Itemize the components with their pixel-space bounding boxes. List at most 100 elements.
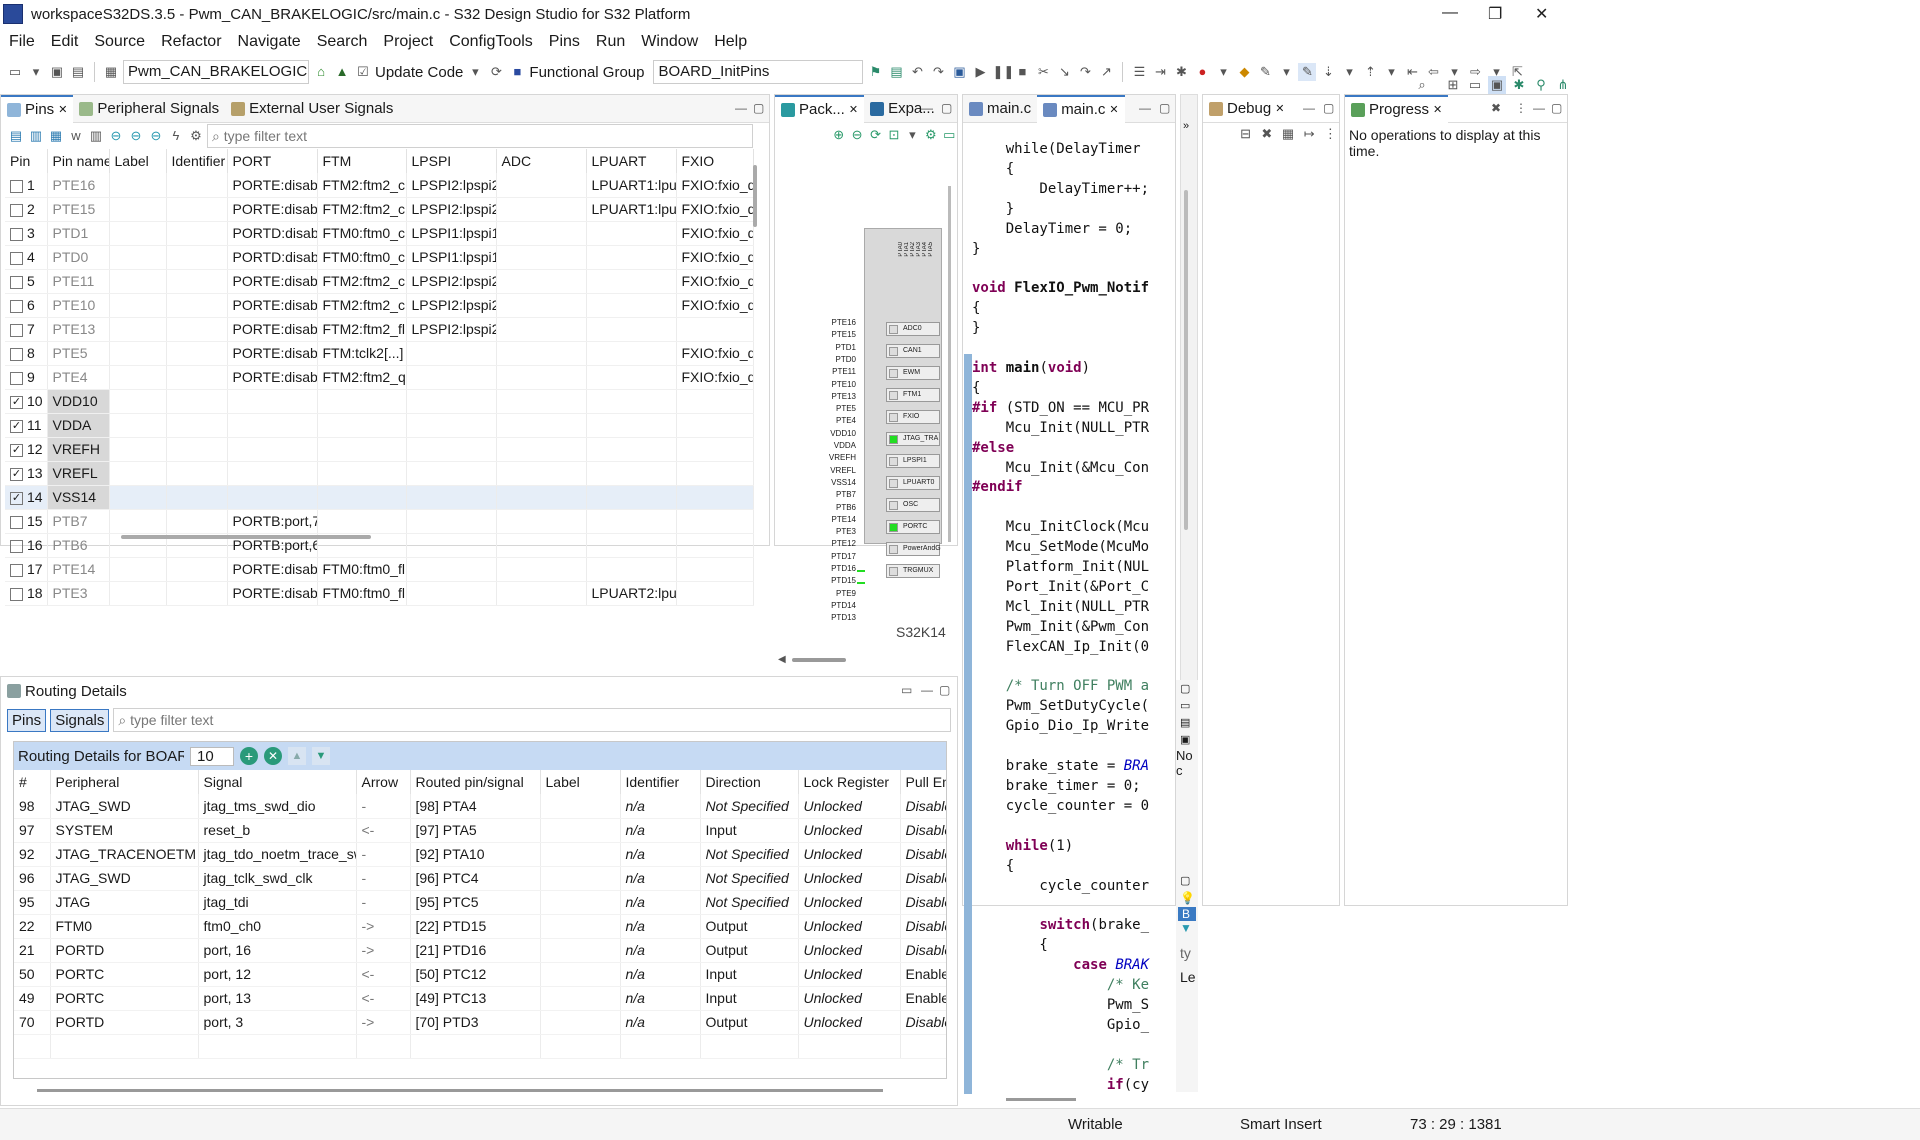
pin-signal-fxio[interactable]: FXIO:fxio_d5	[676, 269, 754, 294]
pin-checkbox[interactable]: ✓	[10, 467, 23, 481]
save-all-icon[interactable]: ▤	[69, 63, 87, 81]
routing-cell[interactable]: Disabled	[900, 866, 946, 891]
layout-icon[interactable]: ▦	[1279, 125, 1296, 143]
routing-cell[interactable]: n/a	[620, 818, 701, 843]
pin-signal-ftm[interactable]: FTM2:ftm2_c...	[317, 293, 407, 318]
close-icon[interactable]: ✕	[58, 103, 67, 116]
tab-peripheral-signals[interactable]: Peripheral Signals	[73, 95, 225, 123]
pin-checkbox[interactable]	[10, 227, 23, 241]
pin-signal-lpspi[interactable]	[406, 557, 497, 582]
routing-row[interactable]: 97 SYSTEM reset_b <- [97] PTA5 n/a Input Unlock…	[14, 818, 946, 843]
close-icon[interactable]: ✕	[1275, 102, 1284, 115]
maximize-icon[interactable]: ▢	[1551, 101, 1562, 115]
debug-icon[interactable]: ✱	[1172, 63, 1190, 81]
bold-icon[interactable]: B	[1178, 907, 1196, 921]
pin-signal-adc[interactable]	[496, 557, 587, 582]
pin-label[interactable]	[109, 461, 167, 486]
package-left-pin[interactable]: PTD16	[820, 564, 856, 573]
debug-perspective-icon[interactable]: ✱	[1510, 76, 1528, 94]
column-header[interactable]: LPSPI	[406, 149, 497, 173]
routing-cell[interactable]: Unlocked	[798, 914, 901, 939]
pin-identifier[interactable]	[166, 317, 228, 342]
pin-row[interactable]: ✓ 12 VREFH	[5, 437, 754, 462]
package-left-pin[interactable]: PTE9	[820, 589, 856, 598]
minimize-icon[interactable]: —	[1533, 101, 1545, 115]
package-left-pin[interactable]: PTB6	[820, 503, 856, 512]
routing-cell[interactable]: [22] PTD15	[410, 914, 541, 939]
routing-row[interactable]: 50 PORTC port, 12 <- [50] PTC12 n/a Input Unloc…	[14, 962, 946, 987]
pin-signal-ftm[interactable]: FTM2:ftm2_c...	[317, 269, 407, 294]
pin-signal-lpuart[interactable]	[586, 413, 677, 438]
routing-cell[interactable]: Output	[700, 1010, 799, 1035]
horizontal-scrollbar[interactable]	[121, 535, 371, 539]
pin-signal-adc[interactable]	[496, 581, 587, 606]
pin-number-cell[interactable]: 16	[5, 533, 48, 558]
package-left-pin[interactable]: PTD0	[820, 355, 856, 364]
routing-cell[interactable]: Output	[700, 938, 799, 963]
package-left-pin[interactable]: PTE5	[820, 404, 856, 413]
redo-icon[interactable]: ↷	[929, 63, 947, 81]
pin-signal-lpspi[interactable]	[406, 413, 497, 438]
view-icon[interactable]: ▥	[27, 127, 45, 145]
routing-cell[interactable]: JTAG	[50, 890, 199, 915]
view-menu-icon[interactable]: ⋮	[1322, 125, 1339, 143]
maximize-button[interactable]: ❐	[1488, 4, 1502, 24]
tab-progress[interactable]: Progress ✕	[1345, 94, 1449, 123]
package-peripheral[interactable]: FXIO	[886, 410, 940, 424]
pin-checkbox[interactable]	[10, 347, 23, 361]
menu-window[interactable]: Window	[641, 33, 698, 51]
package-left-pin[interactable]: PTE3	[820, 527, 856, 536]
pin-label[interactable]	[109, 221, 167, 246]
pin-signal-fxio[interactable]	[676, 413, 754, 438]
pin-checkbox[interactable]: ✓	[10, 419, 23, 433]
routing-cell[interactable]: PORTC	[50, 986, 199, 1011]
pin-identifier[interactable]	[166, 581, 228, 606]
menu-edit[interactable]: Edit	[51, 33, 79, 51]
cdt-perspective-icon[interactable]: ▭	[1466, 76, 1484, 94]
routing-row[interactable]: 95 JTAG jtag_tdi - [95] PTC5 n/a Not Specified…	[14, 890, 946, 915]
routing-cell[interactable]: 21	[14, 938, 51, 963]
pin-checkbox[interactable]	[10, 539, 23, 553]
pin-signal-fxio[interactable]: FXIO:fxio_d4	[676, 293, 754, 318]
menu-configtools[interactable]: ConfigTools	[449, 33, 533, 51]
routing-cell[interactable]	[540, 962, 621, 987]
pin-row[interactable]: ✓ 11 VDDA	[5, 413, 754, 438]
pin-label[interactable]	[109, 413, 167, 438]
pin-identifier[interactable]	[166, 173, 228, 198]
tab-main-c-2[interactable]: main.c ✕	[1037, 95, 1125, 123]
package-peripheral[interactable]: ADC0	[886, 322, 940, 336]
pin-signal-lpuart[interactable]	[586, 221, 677, 246]
routing-cell[interactable]	[540, 866, 621, 891]
pin-signal-adc[interactable]	[496, 437, 587, 462]
column-header[interactable]: ADC	[496, 149, 587, 173]
functional-group-select[interactable]: BOARD_InitPins	[653, 60, 864, 84]
step-return-icon[interactable]: ↗	[1097, 63, 1115, 81]
pin-signal-ftm[interactable]	[317, 413, 407, 438]
routing-cell[interactable]	[540, 842, 621, 867]
clocks-perspective-icon[interactable]: ⋔	[1554, 76, 1572, 94]
add-icon[interactable]: +	[240, 747, 258, 765]
update-code-icon[interactable]: ☑	[354, 63, 372, 81]
routing-cell[interactable]: -	[356, 890, 411, 915]
routing-cell[interactable]: PORTD	[50, 938, 199, 963]
routing-cell[interactable]: -	[356, 866, 411, 891]
save-icon[interactable]: ▣	[48, 63, 66, 81]
zoom-out-icon[interactable]: ⊖	[849, 126, 864, 144]
maximize-icon[interactable]: ▢	[1323, 101, 1334, 115]
pin-signal-adc[interactable]	[496, 365, 587, 390]
package-left-pin[interactable]: PTE14	[820, 515, 856, 524]
pin-signal-adc[interactable]	[496, 413, 587, 438]
routing-cell[interactable]: [70] PTD3	[410, 1010, 541, 1035]
routing-cell[interactable]: Unlocked	[798, 818, 901, 843]
external-tools-icon[interactable]: ◆	[1235, 63, 1253, 81]
open-perspective-icon[interactable]: ⊞	[1444, 76, 1462, 94]
pin-signal-lpuart[interactable]	[586, 269, 677, 294]
routing-hscroll[interactable]	[37, 1089, 883, 1092]
package-left-pin[interactable]: PTD17	[820, 552, 856, 561]
pin-number-cell[interactable]: 17	[5, 557, 48, 582]
chevron-down-icon[interactable]: ▾	[1340, 63, 1358, 81]
routing-cell[interactable]: n/a	[620, 842, 701, 867]
routing-cell[interactable]: PORTC	[50, 962, 199, 987]
pin-row[interactable]: 6 PTE10 PORTE:disabl...FTM2:ftm2_c...LPSPI…	[5, 293, 754, 318]
home-icon[interactable]: ⌂	[312, 63, 330, 81]
